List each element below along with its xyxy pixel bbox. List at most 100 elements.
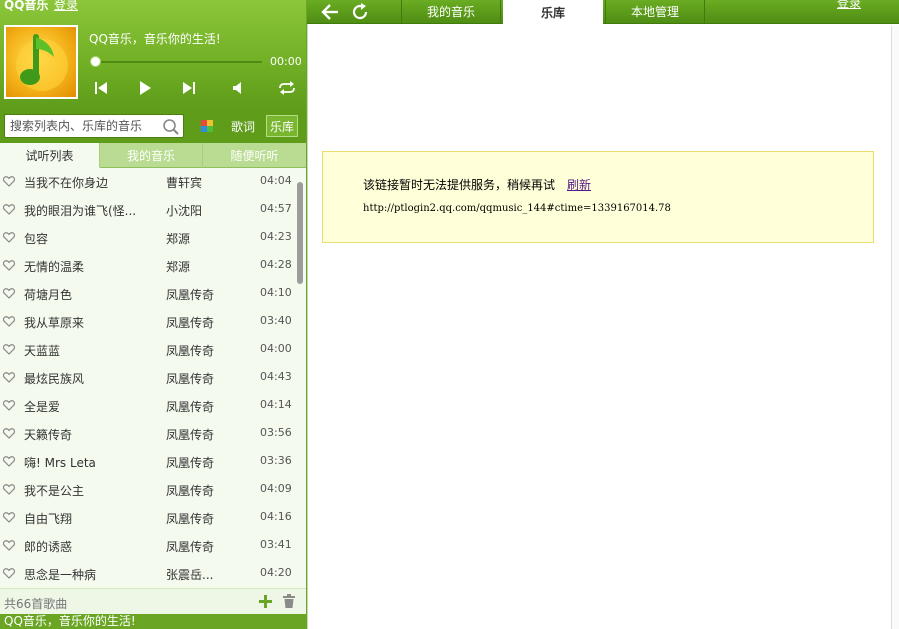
heart-icon[interactable] <box>3 484 15 495</box>
tab-local-management[interactable]: 本地管理 <box>605 0 705 23</box>
library-button[interactable]: 乐库 <box>266 115 298 137</box>
album-cover[interactable] <box>4 25 78 99</box>
song-row[interactable]: 无情的温柔 郑源 04:28 <box>0 252 296 280</box>
song-row[interactable]: 自由飞翔 凤凰传奇 04:16 <box>0 504 296 532</box>
song-row[interactable]: 我不是公主 凤凰传奇 04:09 <box>0 476 296 504</box>
song-row[interactable]: 全是爱 凤凰传奇 04:14 <box>0 392 296 420</box>
previous-button[interactable] <box>91 78 111 98</box>
song-artist: 曹轩宾 <box>166 176 203 190</box>
app-title: QQ音乐 <box>4 0 49 12</box>
song-row[interactable]: 郎的诱惑 凤凰传奇 03:41 <box>0 532 296 560</box>
song-row[interactable]: 嗨! Mrs Leta 凤凰传奇 03:36 <box>0 448 296 476</box>
tab-my-music-online[interactable]: 我的音乐 <box>401 0 501 23</box>
song-row[interactable]: 天籁传奇 凤凰传奇 03:56 <box>0 420 296 448</box>
song-title: 无情的温柔 <box>24 260 85 274</box>
repeat-button[interactable] <box>277 78 297 98</box>
refresh-link[interactable]: 刷新 <box>567 176 591 193</box>
error-url: http://ptlogin2.qq.com/qqmusic_144#ctime… <box>363 203 671 214</box>
player-slogan: QQ音乐，音乐你的生活! <box>89 32 221 46</box>
song-title: 自由飞翔 <box>24 512 73 526</box>
add-icon[interactable] <box>259 595 272 608</box>
heart-icon[interactable] <box>3 372 15 383</box>
play-button[interactable] <box>135 78 155 98</box>
playlist-tabs: 试听列表 我的音乐 随便听听 <box>0 143 306 168</box>
song-duration: 03:40 <box>260 314 292 327</box>
skin-color-icon[interactable] <box>201 120 213 132</box>
heart-icon[interactable] <box>3 456 15 467</box>
song-duration: 04:43 <box>260 370 292 383</box>
song-artist: 郑源 <box>166 232 191 246</box>
heart-icon[interactable] <box>3 316 15 327</box>
trash-icon[interactable] <box>283 594 295 608</box>
song-artist: 凤凰传奇 <box>166 288 215 302</box>
progress-handle[interactable] <box>90 56 101 67</box>
heart-icon[interactable] <box>3 540 15 551</box>
song-row[interactable]: 荷塘月色 凤凰传奇 04:10 <box>0 280 296 308</box>
song-row[interactable]: 包容 郑源 04:23 <box>0 224 296 252</box>
library-toolbar: 我的音乐 乐库 本地管理 登录 <box>307 0 899 24</box>
song-title: 我的眼泪为谁飞(怪... <box>24 204 137 218</box>
tab-trial-list[interactable]: 试听列表 <box>0 143 100 168</box>
login-link[interactable]: 登录 <box>54 0 78 13</box>
song-artist: 凤凰传奇 <box>166 344 215 358</box>
heart-icon[interactable] <box>3 176 15 187</box>
heart-icon[interactable] <box>3 512 15 523</box>
refresh-icon[interactable] <box>350 2 370 22</box>
song-artist: 凤凰传奇 <box>166 316 215 330</box>
search-box <box>4 114 184 138</box>
player-panel: QQ音乐 登录 QQ音乐，音乐你的生活! 00:00 搜索列表内、乐库的音乐 歌… <box>0 0 307 629</box>
song-title: 包容 <box>24 232 49 246</box>
heart-icon[interactable] <box>3 232 15 243</box>
progress-bar[interactable] <box>95 61 262 63</box>
song-duration: 04:04 <box>260 174 292 187</box>
song-artist: 凤凰传奇 <box>166 372 215 386</box>
song-title: 嗨! Mrs Leta <box>24 456 96 470</box>
top-login-link[interactable]: 登录 <box>837 0 861 11</box>
next-button[interactable] <box>179 78 199 98</box>
heart-icon[interactable] <box>3 288 15 299</box>
song-duration: 04:10 <box>260 286 292 299</box>
back-arrow-icon[interactable] <box>320 2 340 22</box>
error-notice: 该链接暂时无法提供服务，稍候再试 刷新 http://ptlogin2.qq.c… <box>322 151 874 243</box>
song-artist: 凤凰传奇 <box>166 484 215 498</box>
song-list-scrollbar[interactable] <box>297 182 303 284</box>
song-row[interactable]: 当我不在你身边 曹轩宾 04:04 <box>0 168 296 196</box>
search-icon[interactable] <box>162 118 180 136</box>
song-title: 我从草原来 <box>24 316 85 330</box>
volume-button[interactable] <box>229 78 249 98</box>
heart-icon[interactable] <box>3 400 15 411</box>
song-row[interactable]: 思念是一种病 张震岳... 04:20 <box>0 560 296 588</box>
song-duration: 04:09 <box>260 482 292 495</box>
search-bar: 歌词 乐库 <box>0 110 306 143</box>
heart-icon[interactable] <box>3 568 15 579</box>
song-row[interactable]: 我的眼泪为谁飞(怪... 小沈阳 04:57 <box>0 196 296 224</box>
heart-icon[interactable] <box>3 260 15 271</box>
song-duration: 04:16 <box>260 510 292 523</box>
song-row[interactable]: 天蓝蓝 凤凰传奇 04:00 <box>0 336 296 364</box>
tab-random-listen[interactable]: 随便听听 <box>203 143 306 168</box>
song-count: 共66首歌曲 <box>4 597 68 611</box>
content-scrollbar[interactable] <box>891 26 899 629</box>
library-content <box>307 24 899 629</box>
speaker-icon <box>233 82 241 94</box>
song-duration: 03:36 <box>260 454 292 467</box>
search-input[interactable] <box>5 115 160 137</box>
song-artist: 凤凰传奇 <box>166 540 215 554</box>
heart-icon[interactable] <box>3 428 15 439</box>
tab-library[interactable]: 乐库 <box>503 0 603 24</box>
song-duration: 04:00 <box>260 342 292 355</box>
music-note-icon <box>16 34 68 91</box>
heart-icon[interactable] <box>3 344 15 355</box>
tab-my-music[interactable]: 我的音乐 <box>100 143 203 168</box>
song-duration: 04:28 <box>260 258 292 271</box>
song-title: 思念是一种病 <box>24 568 97 582</box>
song-row[interactable]: 最炫民族风 凤凰传奇 04:43 <box>0 364 296 392</box>
song-row[interactable]: 我从草原来 凤凰传奇 03:40 <box>0 308 296 336</box>
play-icon <box>140 81 151 95</box>
song-artist: 凤凰传奇 <box>166 456 215 470</box>
song-artist: 凤凰传奇 <box>166 400 215 414</box>
song-duration: 04:20 <box>260 566 292 579</box>
song-artist: 凤凰传奇 <box>166 512 215 526</box>
lyrics-button[interactable]: 歌词 <box>224 115 262 137</box>
heart-icon[interactable] <box>3 204 15 215</box>
